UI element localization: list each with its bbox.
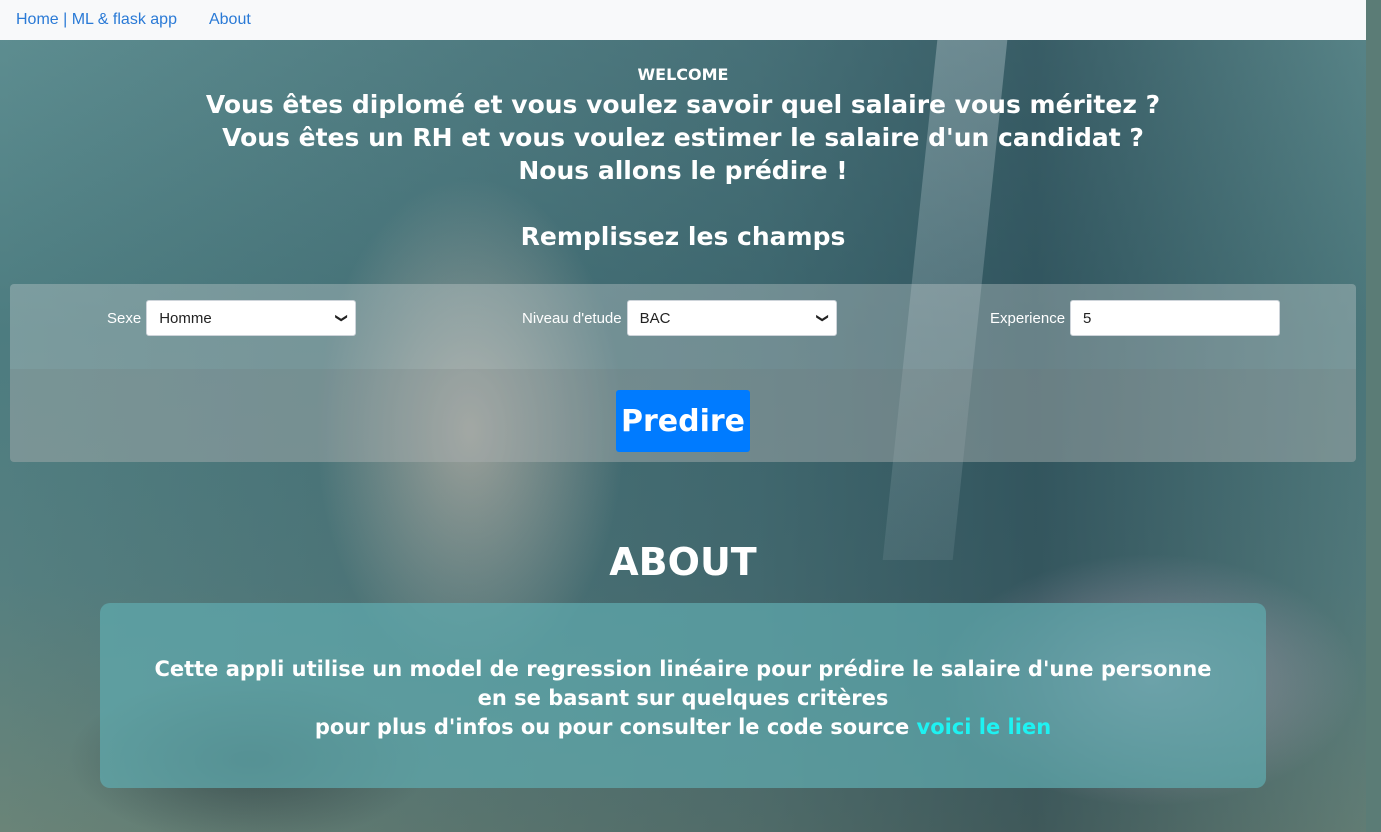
- source-code-link[interactable]: voici le lien: [917, 715, 1052, 739]
- niveau-selected-value: BAC: [639, 309, 671, 327]
- experience-label: Experience: [990, 309, 1066, 327]
- chevron-down-icon: ❯: [335, 312, 350, 324]
- about-heading: ABOUT: [609, 540, 757, 584]
- sexe-label: Sexe: [107, 309, 142, 327]
- nav-about-link[interactable]: About: [209, 11, 251, 29]
- sexe-selected-value: Homme: [159, 309, 212, 327]
- form-title: Remplissez les champs: [520, 222, 846, 251]
- hero-line-2: Vous êtes un RH et vous voulez estimer l…: [222, 123, 1144, 152]
- niveau-field: Niveau d'etude BAC ❯: [522, 300, 837, 336]
- sexe-field: Sexe Homme ❯: [107, 300, 357, 336]
- about-line-2-text: pour plus d'infos ou pour consulter le c…: [314, 715, 910, 739]
- about-line-1: Cette appli utilise un model de regressi…: [154, 657, 1212, 710]
- navbar: Home | ML & flask app About: [0, 0, 1366, 40]
- predict-button[interactable]: Predire: [616, 390, 750, 452]
- niveau-label: Niveau d'etude: [522, 309, 622, 327]
- hero-headline: Vous êtes diplomé et vous voulez savoir …: [0, 88, 1366, 187]
- experience-input[interactable]: 5: [1070, 300, 1281, 336]
- chevron-down-icon: ❯: [815, 312, 830, 324]
- welcome-heading: WELCOME: [637, 65, 729, 84]
- nav-home-link[interactable]: Home | ML & flask app: [16, 11, 177, 29]
- hero-line-3: Nous allons le prédire !: [518, 156, 848, 185]
- background-edge: [1366, 0, 1381, 832]
- experience-value: 5: [1083, 309, 1092, 327]
- hero-line-1: Vous êtes diplomé et vous voulez savoir …: [205, 90, 1161, 119]
- about-line-2: pour plus d'infos ou pour consulter le c…: [150, 713, 1216, 742]
- experience-field: Experience 5: [990, 300, 1281, 336]
- about-description: Cette appli utilise un model de regressi…: [150, 655, 1216, 742]
- sexe-select[interactable]: Homme ❯: [146, 300, 357, 336]
- niveau-select[interactable]: BAC ❯: [626, 300, 837, 336]
